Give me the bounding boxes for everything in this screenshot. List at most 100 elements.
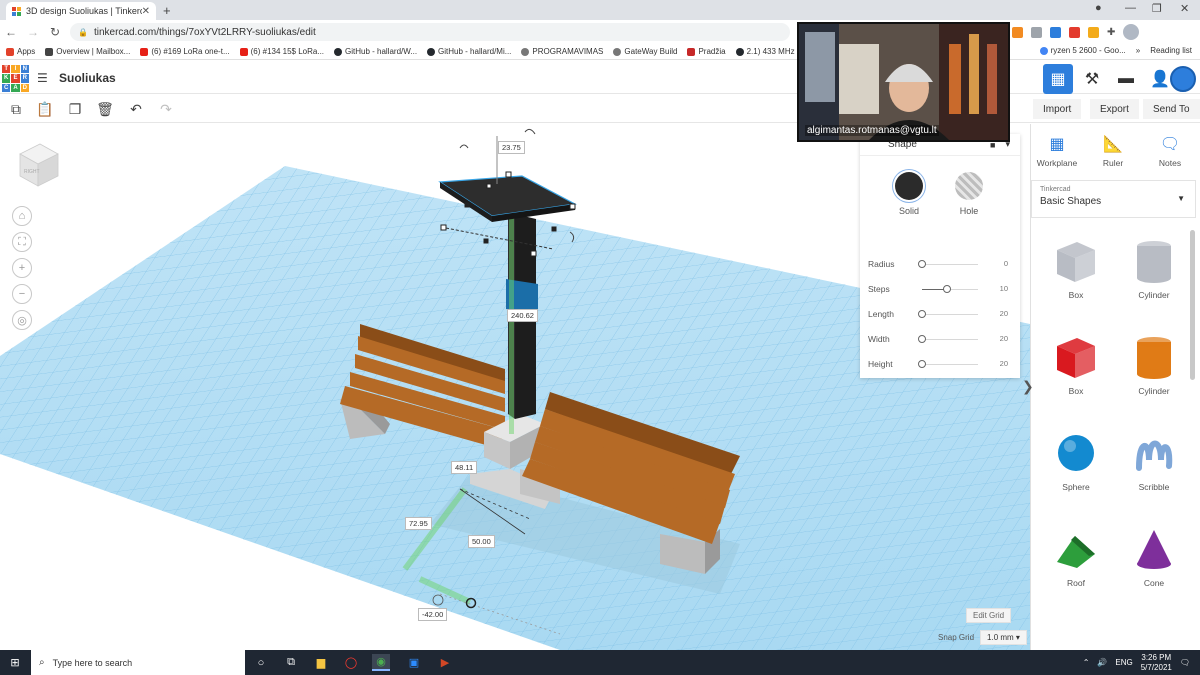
bookmark-item[interactable]: GitHub - hallard/W... [334,47,417,56]
reload-icon[interactable]: ↻ [44,25,66,39]
bookmark-apps[interactable]: Apps [6,47,35,56]
profile-icon[interactable] [1123,24,1140,40]
prop-value[interactable]: 20 [1000,359,1008,368]
prop-slider-track[interactable] [922,339,978,340]
pickaxe-icon[interactable]: ⚒ [1077,64,1107,94]
snap-grid-select[interactable]: 1.0 mm ▾ [980,630,1027,645]
clock[interactable]: 3:26 PM 5/7/2021 [1141,653,1172,673]
prop-slider-track[interactable] [922,364,978,365]
maximize-icon[interactable]: ❐ [1152,2,1162,15]
prop-slider-track[interactable] [922,264,978,265]
shape-box[interactable]: Box [1041,334,1111,396]
panel-scrollbar[interactable] [1190,230,1195,380]
shape-sphere[interactable]: Sphere [1041,430,1111,492]
view-cube[interactable]: RIGHT [14,140,62,188]
start-icon[interactable]: ⊞ [0,650,30,675]
send-to-button[interactable]: Send To [1143,99,1200,119]
prop-value[interactable]: 0 [1004,259,1008,268]
bookmark-item[interactable]: GateWay Build [613,47,677,56]
duplicate-icon[interactable]: ❐ [65,99,85,119]
prop-value[interactable]: 10 [1000,284,1008,293]
solid-option[interactable]: Solid [884,172,934,216]
powerpoint-icon[interactable]: ▶ [436,654,454,671]
prop-slider-knob[interactable] [943,285,952,293]
prop-slider-knob[interactable] [918,360,926,368]
collapse-panel-icon[interactable]: ❯ [1022,378,1034,395]
home-view-icon[interactable]: ⌂ [12,206,32,226]
workplane-tool[interactable]: ▦ Workplane [1033,134,1081,168]
opera-icon[interactable]: ◯ [342,654,360,671]
dim-top-height[interactable]: 23.75 [498,141,525,154]
perspective-icon[interactable]: ◎ [12,310,32,330]
shape-roof[interactable]: Roof [1041,526,1111,588]
more-bookmarks-icon[interactable]: » [1136,46,1140,55]
dim-base-offset[interactable]: 48.11 [451,461,478,474]
new-tab-icon[interactable]: + [163,3,171,18]
paste-icon[interactable]: 📋 [35,99,55,119]
bricks-icon[interactable]: ▬ [1111,64,1141,94]
edit-grid-button[interactable]: Edit Grid [966,608,1012,623]
bookmark-item[interactable]: 2.1) 433 MHz a [735,47,801,56]
extension-icon[interactable] [1088,26,1099,38]
volume-icon[interactable]: 🔊 [1097,658,1107,667]
prop-slider-knob[interactable] [918,335,926,343]
minimize-icon[interactable]: — [1125,2,1136,14]
delete-icon[interactable]: 🗑 [95,99,115,119]
import-button[interactable]: Import [1033,99,1082,119]
copy-icon[interactable]: ⧉ [6,99,26,119]
prop-slider-knob[interactable] [918,310,926,318]
prop-height[interactable]: Height 20 [868,358,1014,372]
bookmark-item[interactable]: Overview | Mailbox... [45,47,130,56]
shape-box[interactable]: Box [1041,238,1111,300]
notifications-icon[interactable]: 🗨 [1180,658,1190,667]
shape-cylinder[interactable]: Cylinder [1119,334,1189,396]
language-indicator[interactable]: ENG [1115,658,1132,667]
browser-tab[interactable]: 3D design Suoliukas | Tinkercad ✕ [6,2,156,20]
zoom-icon[interactable]: ▣ [405,654,423,671]
avatar[interactable] [1170,66,1196,92]
zoom-in-icon[interactable]: + [12,258,32,278]
window-close-icon[interactable]: ✕ [1180,2,1189,15]
3d-view-grid-icon[interactable]: ▦ [1043,64,1073,94]
dim-negative-offset[interactable]: -42.00 [418,608,448,621]
file-explorer-icon[interactable]: ▆ [312,654,330,671]
tinkercad-logo[interactable]: T I N K E R C A D [2,65,29,92]
cortana-icon[interactable]: ○ [252,654,270,671]
shape-cylinder[interactable]: Cylinder [1119,238,1189,300]
export-button[interactable]: Export [1090,99,1139,119]
record-icon[interactable]: ● [1095,2,1102,14]
prop-steps[interactable]: Steps 10 [868,283,1014,297]
dim-length-a[interactable]: 72.95 [405,517,432,530]
redo-icon[interactable]: ↷ [156,99,176,119]
shape-scribble[interactable]: Scribble [1119,430,1189,492]
bookmark-item[interactable]: PROGRAMAVIMAS [521,47,603,56]
reading-list-button[interactable]: Reading list [1150,46,1192,55]
notes-tool[interactable]: 🗨 Notes [1146,134,1194,168]
task-view-icon[interactable]: ⧉ [282,654,300,671]
back-icon[interactable]: ← [0,25,22,39]
prop-slider-knob[interactable] [918,260,926,268]
zoom-out-icon[interactable]: − [12,284,32,304]
bookmark-item[interactable]: (6) #134 15$ LoRa... [239,47,324,56]
extension-icon[interactable] [1069,26,1080,38]
dim-length-b[interactable]: 50.00 [468,535,495,548]
prop-length[interactable]: Length 20 [868,308,1014,322]
undo-icon[interactable]: ↶ [126,99,146,119]
bookmark-item[interactable]: GitHub - hallard/Mi... [427,47,511,56]
prop-width[interactable]: Width 20 [868,333,1014,347]
tray-chevron-icon[interactable]: ⌃ [1083,658,1090,667]
fit-view-icon[interactable]: ⛶ [12,232,32,252]
prop-value[interactable]: 20 [1000,309,1008,318]
puzzle-icon[interactable]: ✚ [1107,27,1115,38]
forward-icon[interactable]: → [22,25,44,39]
extension-icon[interactable] [1012,26,1023,38]
bookmark-item[interactable]: (6) #169 LoRa one-t... [140,47,230,56]
prop-radius[interactable]: Radius 0 [868,258,1014,272]
bookmark-item[interactable]: Pradžia [687,47,726,56]
project-name[interactable]: Suoliukas [59,71,116,85]
prop-value[interactable]: 20 [1000,334,1008,343]
taskbar-search[interactable]: ⌕ Type here to search [31,650,245,675]
design-list-icon[interactable]: ☰ [37,71,48,85]
shape-library-select[interactable]: Tinkercad Basic Shapes ▼ [1031,180,1196,218]
ruler-tool[interactable]: 📐 Ruler [1089,134,1137,168]
